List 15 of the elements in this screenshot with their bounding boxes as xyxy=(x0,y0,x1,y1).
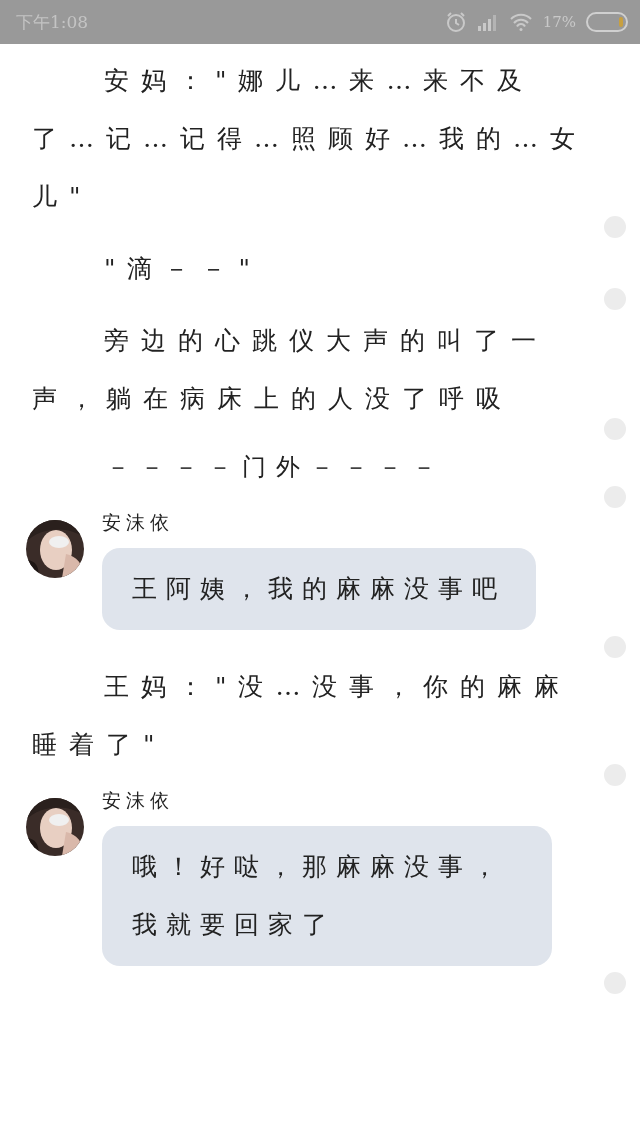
alarm-icon xyxy=(444,11,467,33)
wifi-icon xyxy=(508,13,533,31)
avatar xyxy=(26,520,84,578)
story-paragraph: 旁边的心跳仪大声的叫了一声，躺在病床上的人没了呼吸 xyxy=(32,325,549,415)
scene-divider: －－－－门外－－－－ xyxy=(106,452,447,483)
avatar xyxy=(26,798,84,856)
story-paragraph: 王妈："没…没事，你的麻麻睡着了" xyxy=(32,671,573,761)
message-bubble: 哦！好哒，那麻麻没事，我就要回家了 xyxy=(102,826,552,966)
story-paragraph: 安妈："娜儿…来…来不及了…记…记得…照顾好…我的…女儿" xyxy=(32,65,588,213)
signal-icon xyxy=(476,13,499,31)
sender-name: 安沫依 xyxy=(102,788,174,813)
sender-name: 安沫依 xyxy=(102,510,174,535)
message-bubble: 王阿姨，我的麻麻没事吧 xyxy=(102,548,536,630)
story-paragraph: "滴－－" xyxy=(103,253,263,285)
battery-icon xyxy=(586,12,628,32)
